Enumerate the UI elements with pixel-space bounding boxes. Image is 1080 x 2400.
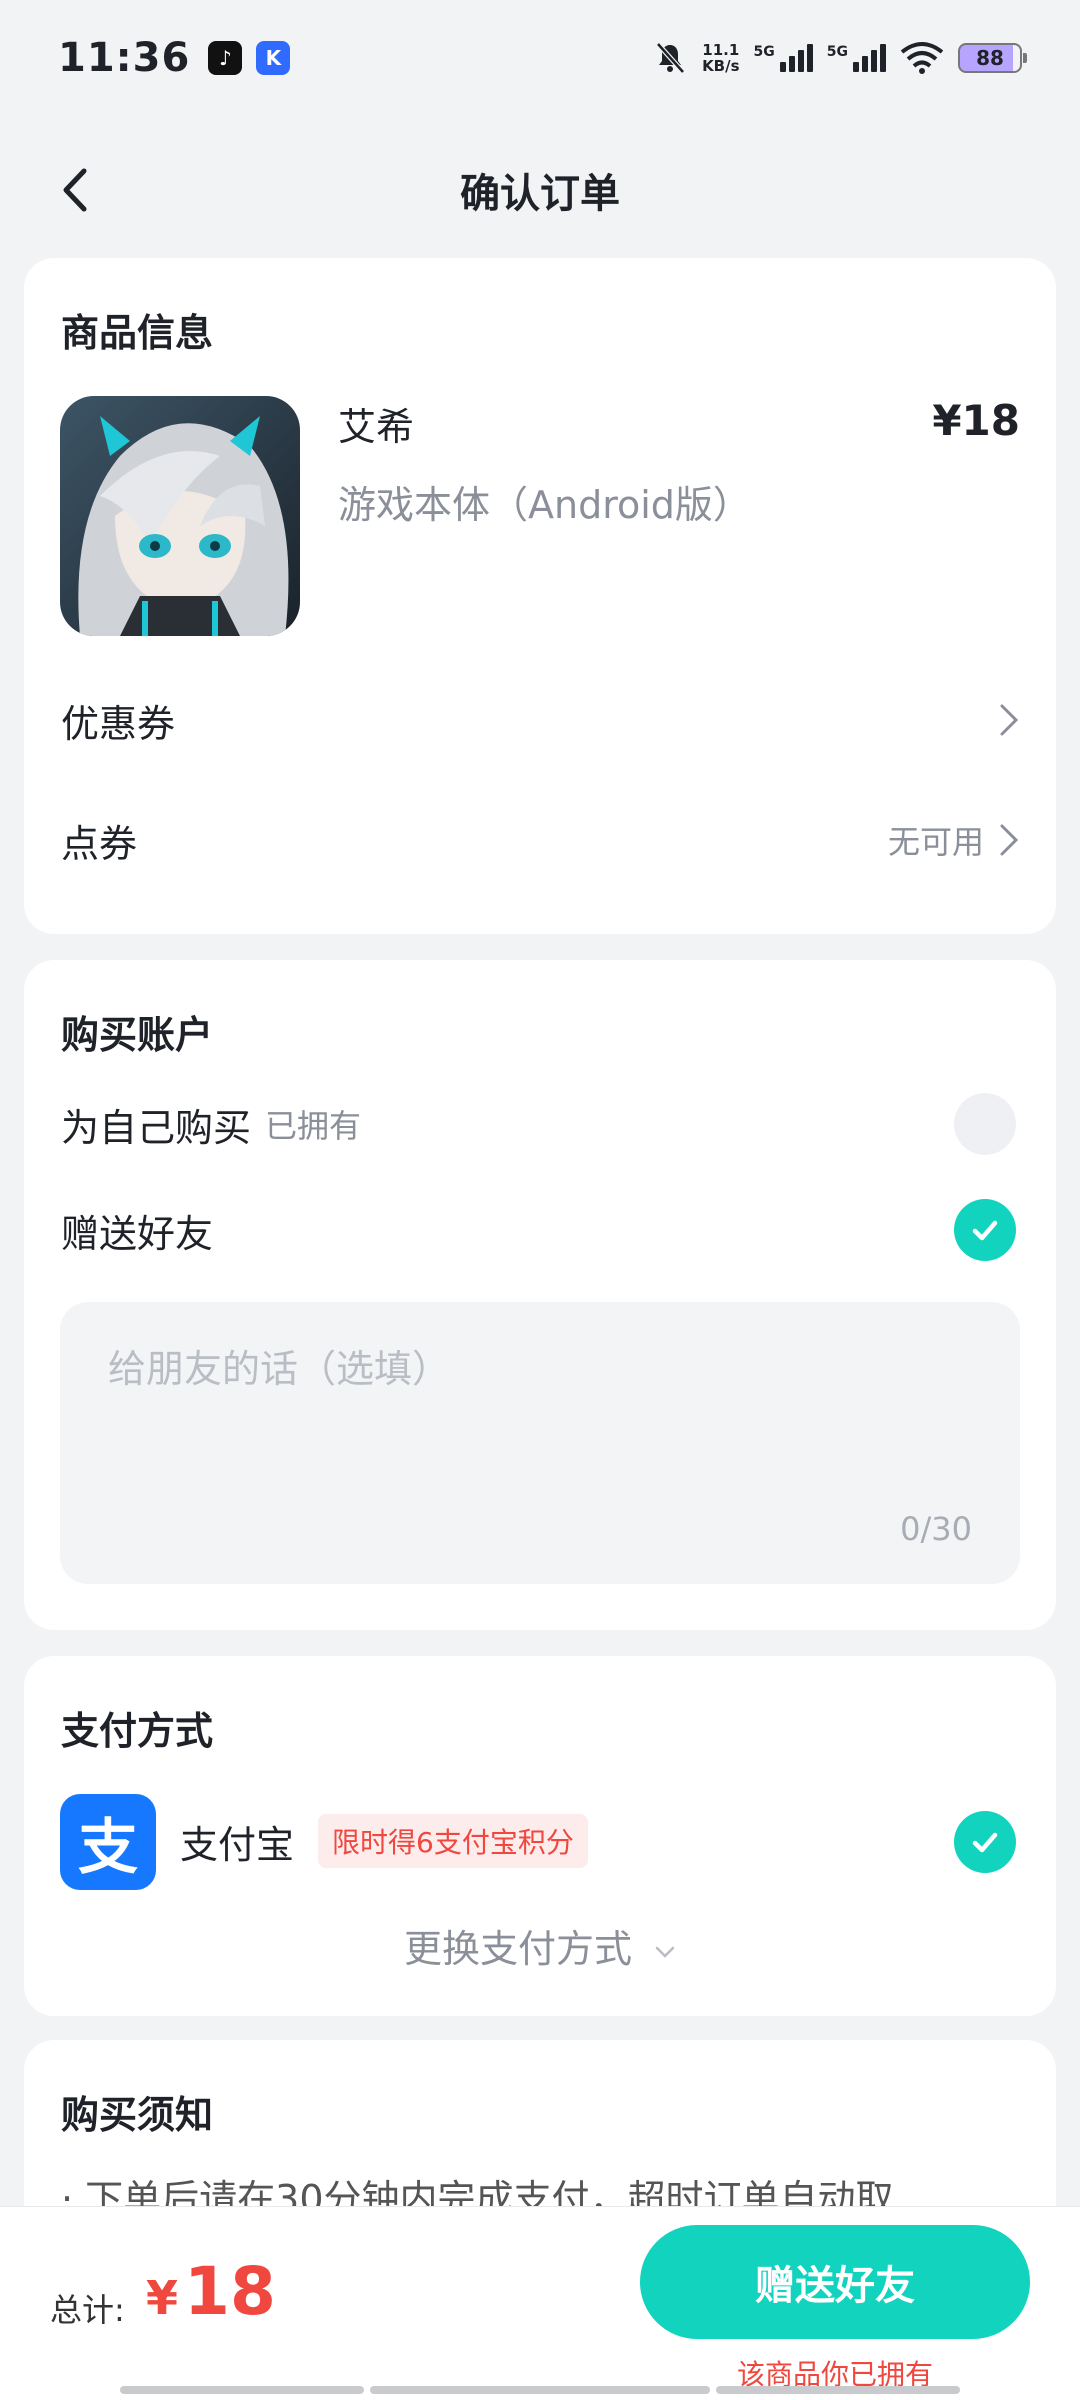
- nav-gesture-bar: [370, 2386, 710, 2394]
- total-label: 总计:: [50, 2291, 125, 2329]
- product-edition: 游戏本体（Android版）: [338, 483, 751, 527]
- nav-gesture-bar: [716, 2386, 960, 2394]
- game-character-art-icon: [60, 396, 300, 636]
- gift-friend-radio[interactable]: [954, 1199, 1016, 1261]
- buy-for-self-radio[interactable]: [954, 1093, 1016, 1155]
- status-time: 11:36: [58, 34, 191, 81]
- section-title-notice: 购买须知: [61, 2093, 214, 2137]
- nav-gesture-bar: [120, 2386, 364, 2394]
- gift-message-counter: 0/30: [900, 1510, 972, 1548]
- section-title-product: 商品信息: [61, 311, 214, 355]
- total-amount: ¥18: [146, 2253, 276, 2330]
- change-payment-label: 更换支付方式: [403, 1927, 632, 1971]
- coupon-row[interactable]: 优惠券: [61, 690, 1020, 750]
- chevron-right-icon: [1000, 824, 1019, 856]
- back-arrow-icon[interactable]: [52, 165, 102, 215]
- tiktok-icon: ♪: [208, 40, 243, 75]
- payment-method-card: 支付方式 支 支付宝 限时得6支付宝积分 更换支付方式: [24, 1656, 1056, 2016]
- chevron-right-icon: [1000, 704, 1019, 736]
- points-value: 无可用: [887, 823, 984, 861]
- mute-bell-icon: [656, 41, 685, 74]
- gift-friend-row[interactable]: 赠送好友: [61, 1200, 1020, 1260]
- payment-method-name: 支付宝: [180, 1823, 295, 1867]
- alipay-promo-badge: 限时得6支付宝积分: [318, 1814, 588, 1868]
- currency-symbol: ¥: [146, 2271, 179, 2325]
- battery-indicator: 88: [958, 42, 1027, 73]
- product-name: 艾希: [338, 405, 415, 449]
- purchase-account-card: 购买账户 为自己购买 已拥有 赠送好友 给朋友的话（选填） 0/30: [24, 960, 1056, 1630]
- signal-2-icon: 5G: [826, 43, 886, 72]
- check-icon: [972, 1220, 998, 1241]
- gift-message-input[interactable]: 给朋友的话（选填） 0/30: [60, 1302, 1020, 1584]
- section-title-account: 购买账户: [61, 1013, 214, 1057]
- sim1-label: 5G: [753, 43, 775, 60]
- buy-for-self-row[interactable]: 为自己购买 已拥有: [61, 1094, 1020, 1154]
- checkout-bar: 总计: ¥18 赠送好友 该商品你已拥有: [0, 2206, 1080, 2400]
- gift-friend-button[interactable]: 赠送好友: [640, 2225, 1030, 2339]
- kuai-app-icon: K: [256, 40, 291, 75]
- sim2-label: 5G: [826, 43, 848, 60]
- alipay-icon: 支: [60, 1794, 156, 1890]
- points-label: 点券: [61, 821, 138, 866]
- product-price: ¥18: [932, 396, 1020, 445]
- section-title-payment: 支付方式: [61, 1709, 214, 1753]
- product-thumbnail: [60, 396, 300, 636]
- points-row[interactable]: 点券 无可用: [61, 810, 1020, 870]
- net-speed-unit: KB/s: [702, 56, 740, 75]
- check-icon: [972, 1832, 998, 1853]
- status-icons: 11.1 KB/s 5G 5G 88: [652, 40, 1027, 76]
- page-title: 确认订单: [460, 171, 620, 217]
- signal-1-icon: 5G: [753, 43, 813, 72]
- gift-friend-label: 赠送好友: [61, 1211, 214, 1256]
- net-speed: 11.1 KB/s: [702, 42, 739, 74]
- total-value: 18: [184, 2253, 276, 2330]
- coupon-label: 优惠券: [61, 701, 176, 746]
- product-info-card: 商品信息 艾希 ¥18 游戏本体（Android版） 优惠券 点券 无可用: [24, 258, 1056, 934]
- alipay-radio[interactable]: [954, 1811, 1016, 1873]
- gift-message-placeholder: 给朋友的话（选填）: [108, 1347, 451, 1391]
- chevron-down-icon: [655, 1946, 675, 1958]
- owned-tag: 已拥有: [265, 1107, 362, 1145]
- status-bar: 11:36 ♪ K 11.1 KB/s 5G 5G 88: [0, 0, 1080, 115]
- wifi-icon: [900, 41, 944, 74]
- buy-for-self-label: 为自己购买: [61, 1105, 252, 1150]
- net-speed-value: 11.1: [702, 40, 740, 59]
- change-payment-button[interactable]: 更换支付方式: [24, 1918, 1056, 1973]
- battery-level: 88: [976, 45, 1004, 70]
- page-header: 确认订单: [0, 140, 1080, 240]
